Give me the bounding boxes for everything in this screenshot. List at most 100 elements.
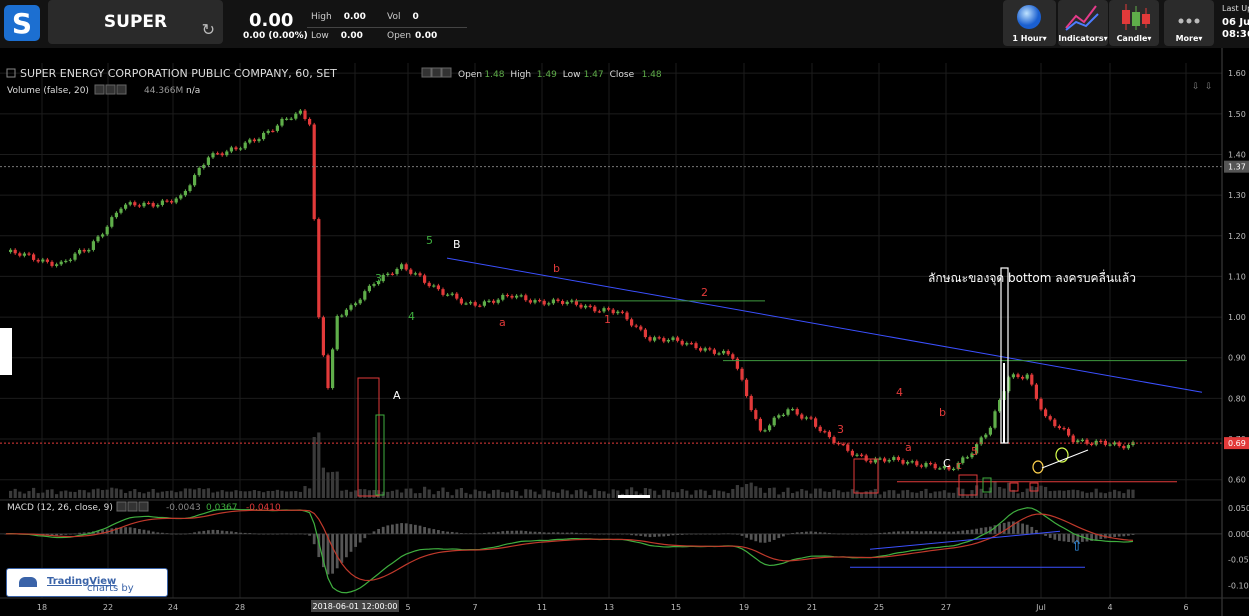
last-update-time: 08:36 [1222,29,1249,40]
price-chart[interactable]: ⇧ 534ba 1243ba 5cBACลักษณะของจุด bottom ลง… [0,48,1249,616]
candle-body [413,273,417,275]
macd-histogram-bar [230,531,233,534]
wave-label: b [939,406,946,419]
volume-bar [533,491,537,498]
volume-bar [961,488,965,498]
macd-histogram-bar [165,533,169,534]
y-tick-label: 1.60 [1228,69,1246,78]
candle-body [850,450,854,456]
candle-body [984,434,988,438]
macd-histogram-bar [855,533,859,535]
candle-body [473,302,477,306]
volume-bar [487,493,491,498]
more-button[interactable]: More▾ [1164,0,1214,46]
macd-histogram-bar [441,531,445,534]
volume-bar [772,487,776,498]
volume-bar [666,490,670,498]
volume-bar [657,494,661,498]
macd-histogram-bar [708,533,712,535]
candle-body [1099,440,1103,443]
volume-bar [515,491,519,498]
volume-bar [607,493,611,498]
macd-histogram-bar [496,531,500,534]
macd-histogram-bar [625,533,629,535]
macd-histogram-bar [299,533,302,535]
volume-bar [289,491,293,498]
candle-body [602,308,606,312]
macd-histogram-bar [621,533,624,535]
macd-histogram-bar [418,525,422,534]
macd-histogram-bar [193,532,196,534]
settings-icon [127,501,138,512]
wave-label: 4 [896,386,903,399]
candle-body [206,157,210,165]
candle-body [689,343,693,345]
stat-high: High 0.00 [311,12,366,22]
volume-bar [561,489,565,498]
volume-bar [340,490,344,498]
candle-body [303,110,307,119]
macd-histogram-bar [892,531,896,534]
macd-histogram-bar [207,530,210,534]
y-tick-label: 0.60 [1228,476,1246,485]
macd-histogram-bar [391,524,394,534]
candle-body [533,300,537,303]
candle-body [441,289,445,295]
macd-histogram-bar [772,533,776,540]
volume-bar [689,494,693,498]
volume-bar [78,489,82,498]
macd-histogram-bar [464,533,468,534]
volume-bar [547,490,551,498]
macd-histogram-bar [791,533,794,534]
candle-body [731,354,735,359]
chart-type-button[interactable]: Candle▾ [1109,0,1159,46]
macd-histogram-bar [841,533,845,535]
volume-bar [1076,490,1080,498]
volume-bar [45,489,49,498]
macd-histogram-bar [607,533,610,535]
macd-histogram-bar [487,532,491,534]
macd-histogram-bar [874,533,877,535]
volume-bar [1067,490,1071,498]
candle-body [96,236,100,242]
indicators-button[interactable]: Indicators▾ [1058,0,1108,46]
volume-bar [441,487,445,498]
candle-body [110,217,114,227]
tradingview-badge[interactable]: charts by TradingView [6,568,168,597]
volume-bar [676,492,680,498]
wave-label: b [553,262,560,275]
macd-histogram-bar [312,533,316,545]
candle-body [901,460,905,464]
candle-body [1080,439,1084,441]
volume-bar [298,491,302,498]
volume-bar [239,491,243,498]
macd-histogram-bar [924,531,928,534]
candle-body [262,132,266,140]
volume-bar [565,490,569,498]
volume-legend: Volume (false, 20) [7,86,89,96]
app-logo-icon[interactable]: S [4,5,40,41]
volume-bar [979,488,983,498]
candle-body [1053,419,1057,427]
interval-button[interactable]: 1 Hour▾ [1003,0,1056,46]
visibility-icon [116,501,127,512]
macd-histogram-bar [289,533,293,535]
macd-histogram-bar [786,533,790,535]
macd-value: -0.0043 [166,503,201,513]
macd-histogram-bar [1131,533,1135,535]
volume-bar [9,490,13,498]
candle-body [823,431,827,433]
volume-bar [1094,488,1098,498]
volume-bar [814,488,818,498]
refresh-icon[interactable]: ↻ [202,20,215,39]
macd-histogram-bar [372,531,376,534]
side-panel-handle[interactable] [0,328,12,375]
volume-bar [519,495,523,498]
volume-bar [294,491,298,498]
macd-histogram-bar [1117,533,1121,537]
candle-body [335,316,339,350]
symbol-search-box[interactable]: SUPER ↻ [48,0,223,44]
candle-body [639,326,643,330]
candle-body [772,417,776,426]
candle-body [229,147,233,152]
